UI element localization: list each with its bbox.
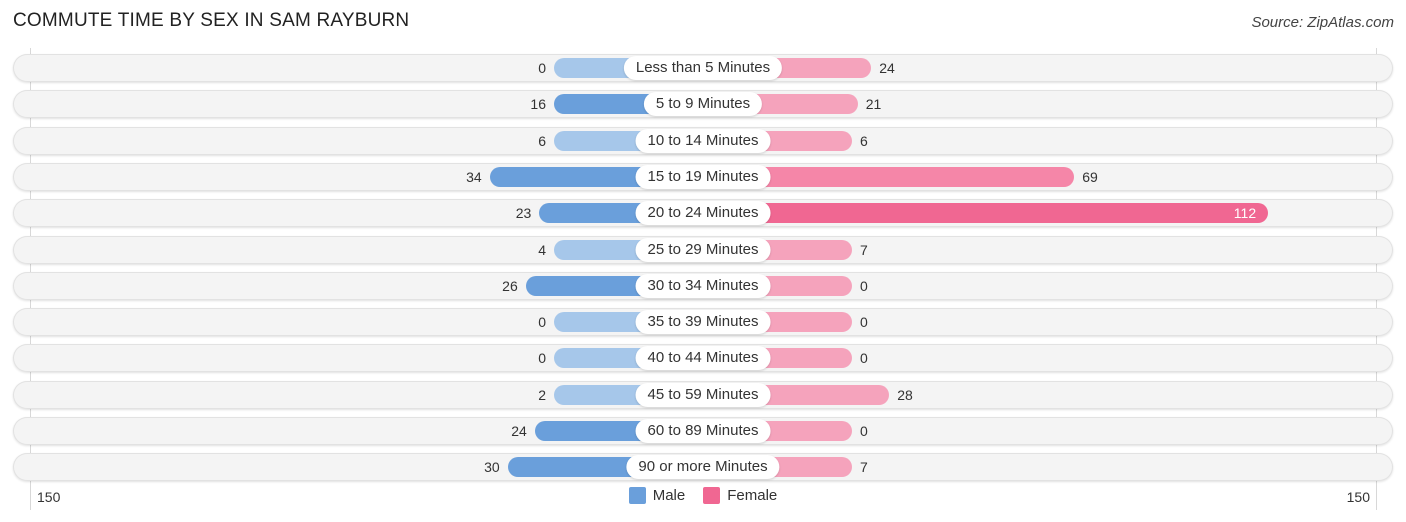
value-label-female: 0 [860,350,868,367]
value-label-male: 16 [530,96,546,113]
category-label: 5 to 9 Minutes [643,92,763,117]
legend-swatch-male [628,487,646,504]
value-label-female: 0 [860,423,868,439]
legend: Male Female [0,487,1406,504]
value-label-male: 4 [538,241,546,258]
legend-swatch-female [703,487,721,504]
value-label-male: 6 [538,132,546,149]
chart-title: COMMUTE TIME BY SEX IN SAM RAYBURN [13,10,410,31]
value-label-male: 34 [466,168,482,185]
category-label: 15 to 19 Minutes [635,164,771,189]
category-label: Less than 5 Minutes [623,56,783,80]
value-label-male: 23 [515,205,532,222]
value-label-male: 0 [538,314,546,331]
value-label-female: 7 [860,241,868,258]
category-label: 25 to 29 Minutes [635,237,771,262]
value-label-female: 21 [865,96,882,113]
category-label: 35 to 39 Minutes [635,310,771,335]
value-label-female: 6 [860,132,868,149]
bar-female[interactable] [703,203,1269,224]
source-label: Source: ZipAtlas.com [1251,14,1394,31]
value-label-male: 2 [538,386,546,403]
value-label-male: 26 [502,277,518,294]
category-label: 10 to 14 Minutes [635,128,771,153]
value-label-male: 0 [538,350,546,367]
category-label: 30 to 34 Minutes [635,273,771,298]
value-label-female: 112 [1233,205,1257,222]
category-label: 60 to 89 Minutes [635,419,771,443]
value-label-female: 69 [1082,168,1098,185]
category-label: 20 to 24 Minutes [635,201,771,226]
value-label-male: 24 [511,423,527,439]
legend-item-male[interactable]: Male [628,487,686,504]
legend-label-male: Male [652,487,686,504]
category-label: 40 to 44 Minutes [635,346,771,371]
category-label: 90 or more Minutes [626,455,780,480]
value-label-female: 24 [879,60,895,76]
legend-item-female[interactable]: Female [703,487,777,504]
category-label: 45 to 59 Minutes [635,382,771,407]
value-label-male: 30 [484,459,500,476]
value-label-female: 7 [860,459,868,476]
value-label-female: 0 [860,277,868,294]
value-label-female: 0 [860,314,868,331]
legend-label-female: Female [727,487,778,504]
value-label-male: 0 [538,60,546,76]
value-label-female: 28 [897,386,913,403]
